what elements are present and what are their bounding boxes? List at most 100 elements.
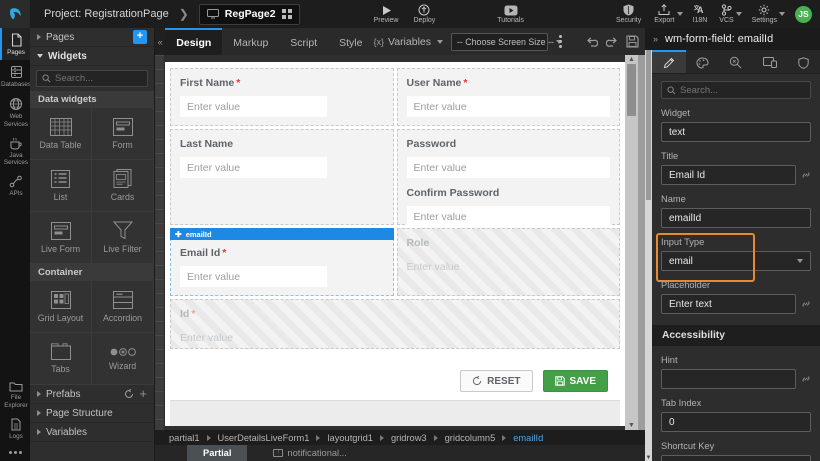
field-first-name[interactable]: First Name* Enter value xyxy=(170,68,394,126)
variables-menu-button[interactable]: {x} Variables xyxy=(373,36,443,48)
add-page-button[interactable]: + xyxy=(133,30,147,44)
field-email-selected[interactable]: ✚ emailId Email Id* Enter value xyxy=(170,228,394,296)
chevron-down-icon[interactable] xyxy=(736,12,742,16)
breadcrumb-partial1[interactable]: partial1 xyxy=(169,433,200,443)
input-type-select[interactable]: email xyxy=(661,251,811,271)
shortcut-key-input[interactable] xyxy=(661,455,811,461)
scroll-down-icon[interactable]: ▼ xyxy=(646,455,652,461)
tab-notification-partial[interactable]: ! notificational... xyxy=(273,448,346,458)
tab-search-properties[interactable] xyxy=(719,50,753,73)
pages-section-header[interactable]: Pages + xyxy=(30,28,154,47)
rail-more-button[interactable] xyxy=(0,444,30,461)
widget-tile-form[interactable]: Form xyxy=(92,108,154,160)
rail-item-file-explorer[interactable]: File Explorer xyxy=(0,376,30,412)
widget-tile-list[interactable]: List xyxy=(30,160,92,212)
tab-design[interactable]: Design xyxy=(165,28,222,55)
password-input[interactable]: Enter value xyxy=(407,157,611,178)
tab-styles[interactable] xyxy=(686,50,720,73)
rail-item-java-services[interactable]: Java Services xyxy=(0,132,30,170)
scroll-down-icon[interactable]: ▼ xyxy=(628,422,635,429)
deploy-button[interactable]: Deploy xyxy=(413,4,435,24)
email-input[interactable]: Enter value xyxy=(180,266,327,287)
breadcrumb-layoutgrid1[interactable]: layoutgrid1 xyxy=(327,433,372,443)
tab-partial[interactable]: Partial xyxy=(187,445,247,461)
canvas-vertical-scrollbar[interactable]: ▲ ▼ xyxy=(625,55,638,430)
bind-link-icon[interactable] xyxy=(801,170,811,180)
refresh-icon[interactable] xyxy=(124,389,134,399)
widget-tile-grid-layout[interactable]: Grid Layout xyxy=(30,281,92,333)
tab-properties[interactable] xyxy=(652,50,686,73)
first-name-input[interactable]: Enter value xyxy=(180,96,327,117)
properties-search-input[interactable] xyxy=(680,85,805,96)
wavemaker-logo[interactable] xyxy=(0,0,30,28)
page-structure-section-header[interactable]: Page Structure xyxy=(30,404,154,423)
last-name-input[interactable]: Enter value xyxy=(180,157,327,178)
widget-tile-data-table[interactable]: Data Table xyxy=(30,108,92,160)
field-role-hidden[interactable]: Role Enter value xyxy=(397,228,621,296)
tab-index-input[interactable] xyxy=(661,412,811,432)
widget-tile-tabs[interactable]: Tabs xyxy=(30,333,92,385)
scrollbar-thumb[interactable] xyxy=(646,50,651,200)
widget-search-input[interactable] xyxy=(55,73,142,84)
screen-size-select[interactable]: -- Choose Screen Size -- xyxy=(451,33,548,51)
properties-search[interactable] xyxy=(661,81,811,99)
field-last-name[interactable]: Last Name Enter value xyxy=(170,129,394,225)
variables-section-header[interactable]: Variables xyxy=(30,423,154,442)
tab-style[interactable]: Style xyxy=(328,28,373,55)
more-options-button[interactable] xyxy=(559,40,562,43)
tutorials-button[interactable]: Tutorials xyxy=(497,5,524,24)
tab-device[interactable] xyxy=(753,50,787,73)
prefabs-section-header[interactable]: Prefabs + xyxy=(30,385,154,404)
panel-scrollbar[interactable]: ▼ xyxy=(645,50,652,461)
user-name-input[interactable]: Enter value xyxy=(407,96,611,117)
scroll-up-icon[interactable]: ▲ xyxy=(628,56,635,63)
widget-tile-accordion[interactable]: Accordion xyxy=(92,281,154,333)
confirm-password-input[interactable]: Enter value xyxy=(407,206,611,227)
placeholder-value-input[interactable] xyxy=(661,294,796,314)
tab-markup[interactable]: Markup xyxy=(222,28,279,55)
collapse-left-panel-button[interactable]: « xyxy=(155,28,165,55)
scrollbar-thumb[interactable] xyxy=(627,64,636,116)
widget-tile-cards[interactable]: Cards xyxy=(92,160,154,212)
widget-tile-live-filter[interactable]: Live Filter xyxy=(92,212,154,264)
name-value-input[interactable] xyxy=(661,208,811,228)
rail-item-apis[interactable]: APIs xyxy=(0,170,30,201)
bind-link-icon[interactable] xyxy=(801,374,811,384)
preview-button[interactable]: Preview xyxy=(374,5,399,24)
breadcrumb-emailid[interactable]: emailId xyxy=(513,433,543,443)
tab-script[interactable]: Script xyxy=(279,28,328,55)
collapse-right-panel-button[interactable]: » xyxy=(653,34,658,44)
bind-link-icon[interactable] xyxy=(801,299,811,309)
page-canvas[interactable]: First Name* Enter value User Name* Enter… xyxy=(165,62,625,426)
title-value-input[interactable] xyxy=(661,165,796,185)
field-user-name[interactable]: User Name* Enter value xyxy=(397,68,621,126)
rail-item-logs[interactable]: Logs xyxy=(0,413,30,444)
rail-item-databases[interactable]: Databases xyxy=(0,60,30,92)
add-prefab-button[interactable]: + xyxy=(139,389,147,399)
selected-widget-tag[interactable]: ✚ emailId xyxy=(170,228,394,240)
settings-button[interactable]: Settings xyxy=(752,4,777,24)
save-page-button[interactable] xyxy=(626,35,639,48)
user-avatar[interactable]: JS xyxy=(795,6,812,23)
rail-item-pages[interactable]: Pages xyxy=(0,28,30,60)
i18n-button[interactable]: A I18N xyxy=(693,4,708,24)
field-password-group[interactable]: Password Enter value Confirm Password En… xyxy=(397,129,621,225)
chevron-down-icon[interactable] xyxy=(779,12,785,16)
vcs-button[interactable]: VCS xyxy=(719,4,733,24)
tab-security[interactable] xyxy=(786,50,820,73)
save-button[interactable]: SAVE xyxy=(543,370,609,392)
export-button[interactable]: Export xyxy=(654,4,674,24)
id-input[interactable]: Enter value xyxy=(180,327,610,348)
breadcrumb-userdetailsliveform1[interactable]: UserDetailsLiveForm1 xyxy=(218,433,310,443)
breadcrumb-gridrow3[interactable]: gridrow3 xyxy=(391,433,427,443)
field-id-hidden[interactable]: Id* Enter value xyxy=(170,299,620,349)
grid-menu-icon[interactable] xyxy=(282,9,292,19)
accessibility-section-header[interactable]: Accessibility xyxy=(652,325,820,346)
redo-button[interactable] xyxy=(606,36,618,47)
undo-button[interactable] xyxy=(586,36,598,47)
hint-value-input[interactable] xyxy=(661,369,796,389)
chevron-down-icon[interactable] xyxy=(677,12,683,16)
widget-tile-wizard[interactable]: Wizard xyxy=(92,333,154,385)
page-tab-regpage2[interactable]: RegPage2 xyxy=(199,4,300,25)
breadcrumb-gridcolumn5[interactable]: gridcolumn5 xyxy=(445,433,496,443)
